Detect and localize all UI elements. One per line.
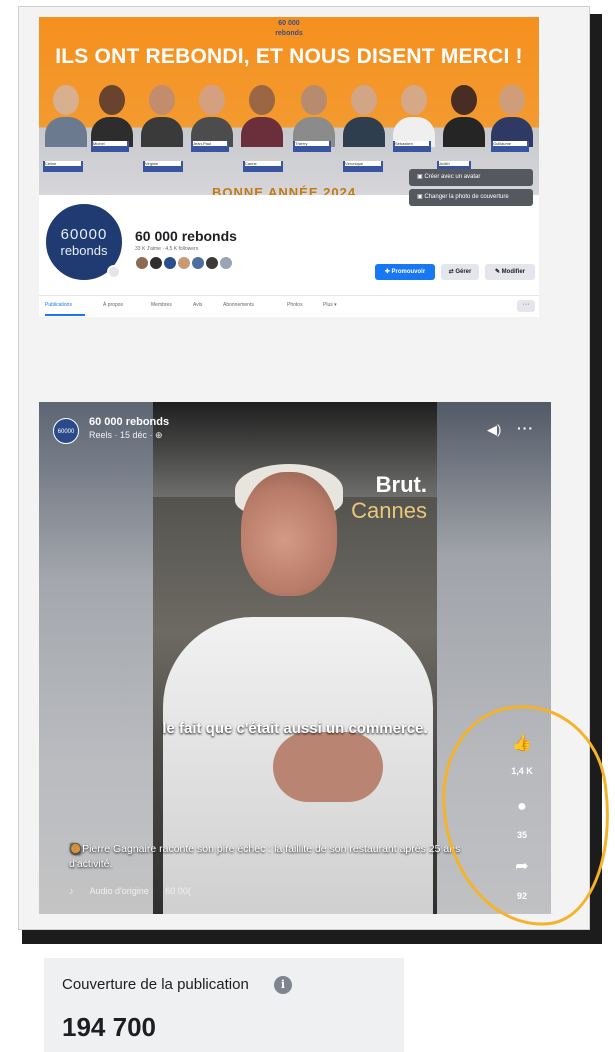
promote-button[interactable]: ✚ Promouvoir bbox=[375, 264, 435, 280]
active-tab-indicator bbox=[45, 314, 85, 316]
name-tag: Michel bbox=[91, 141, 129, 152]
info-icon[interactable]: i bbox=[274, 976, 292, 994]
reel-video[interactable]: Brut. Cannes le fait que c'était aussi u… bbox=[153, 402, 437, 914]
manage-button[interactable]: ⇄ Gérer bbox=[441, 264, 479, 280]
reel-page-avatar[interactable]: 60000 bbox=[53, 418, 79, 444]
more-icon[interactable]: ··· bbox=[517, 420, 534, 436]
tab-members[interactable]: Membres bbox=[151, 302, 172, 308]
page-tabs: Publications À propos Membres Avis Abonn… bbox=[39, 295, 539, 316]
person-portrait bbox=[191, 77, 233, 147]
tab-about[interactable]: À propos bbox=[103, 302, 123, 308]
person-portrait bbox=[241, 77, 283, 147]
name-tag: Thierry bbox=[293, 141, 331, 152]
chef-arm bbox=[273, 732, 383, 802]
tab-photos[interactable]: Photos bbox=[287, 302, 303, 308]
audio-owner: 60 00( bbox=[165, 886, 191, 896]
cover-people bbox=[45, 77, 535, 147]
name-tag: Jean-Paul bbox=[191, 141, 229, 152]
person-portrait bbox=[91, 77, 133, 147]
friend-avatars[interactable] bbox=[135, 256, 245, 272]
camera-icon[interactable] bbox=[107, 265, 121, 279]
reel-page-name[interactable]: 60 000 rebonds bbox=[89, 416, 169, 428]
name-tag: Céline bbox=[43, 161, 83, 172]
person-portrait bbox=[45, 77, 87, 147]
tab-publications[interactable]: Publications bbox=[45, 302, 72, 308]
reel-blur-left bbox=[39, 402, 153, 914]
facebook-page-header: 60 000 rebonds ILS ONT REBONDI, ET NOUS D… bbox=[39, 17, 539, 317]
reel-audio[interactable]: ♪ Audio d'origine 60 00( bbox=[69, 886, 205, 896]
edit-page-button[interactable]: ✎ Modifier bbox=[485, 264, 535, 280]
reel-meta: Reels · 15 déc · ⊕ bbox=[89, 430, 163, 440]
audio-icon: ♪ bbox=[69, 886, 74, 896]
change-cover-button[interactable]: ▣ Changer la photo de couverture bbox=[409, 189, 533, 206]
metric-value: 194 700 bbox=[62, 1012, 156, 1042]
cover-photo: 60 000 rebonds ILS ONT REBONDI, ET NOUS D… bbox=[39, 17, 539, 195]
tab-more[interactable]: Plus ▾ bbox=[323, 302, 337, 308]
person-portrait bbox=[343, 77, 385, 147]
page-title[interactable]: 60 000 rebonds bbox=[135, 228, 237, 244]
tab-reviews[interactable]: Avis bbox=[193, 302, 202, 308]
name-tag: Guillaume bbox=[491, 141, 529, 152]
metric-label: Couverture de la publication bbox=[62, 976, 249, 993]
tab-subscriptions[interactable]: Abonnements bbox=[223, 302, 254, 308]
name-tag: Carine bbox=[243, 161, 283, 172]
person-portrait bbox=[443, 77, 485, 147]
cover-logo: 60 000 rebonds bbox=[275, 20, 303, 37]
cover-headline: ILS ONT REBONDI, ET NOUS DISENT MERCI ! bbox=[55, 45, 523, 68]
more-options-icon[interactable]: ··· bbox=[517, 300, 535, 312]
page-stats[interactable]: 33 K J'aime · 4,5 K followers bbox=[135, 246, 198, 252]
person-portrait bbox=[293, 77, 335, 147]
reel-caption[interactable]: 🥘Pierre Gagnaire raconte son pire échec … bbox=[69, 842, 469, 872]
person-portrait bbox=[393, 77, 435, 147]
person-portrait bbox=[141, 77, 183, 147]
brut-watermark: Brut. Cannes bbox=[351, 472, 427, 523]
name-tag: Virginie bbox=[143, 161, 183, 172]
volume-icon[interactable]: ◀) bbox=[487, 422, 501, 438]
audio-label: Audio d'origine bbox=[89, 886, 149, 896]
create-avatar-button[interactable]: ▣ Créer avec un avatar bbox=[409, 169, 533, 186]
reach-metric-card: Couverture de la publication i 194 700 bbox=[44, 958, 404, 1052]
name-tag: Véronique bbox=[343, 161, 383, 172]
chef-face bbox=[241, 472, 337, 596]
name-tag: Sébastien bbox=[393, 141, 431, 152]
person-portrait bbox=[491, 77, 533, 147]
video-subtitle: le fait que c'était aussi un commerce. bbox=[162, 720, 428, 737]
cover-tagline: BONNE ANNÉE 2024 bbox=[211, 185, 357, 195]
